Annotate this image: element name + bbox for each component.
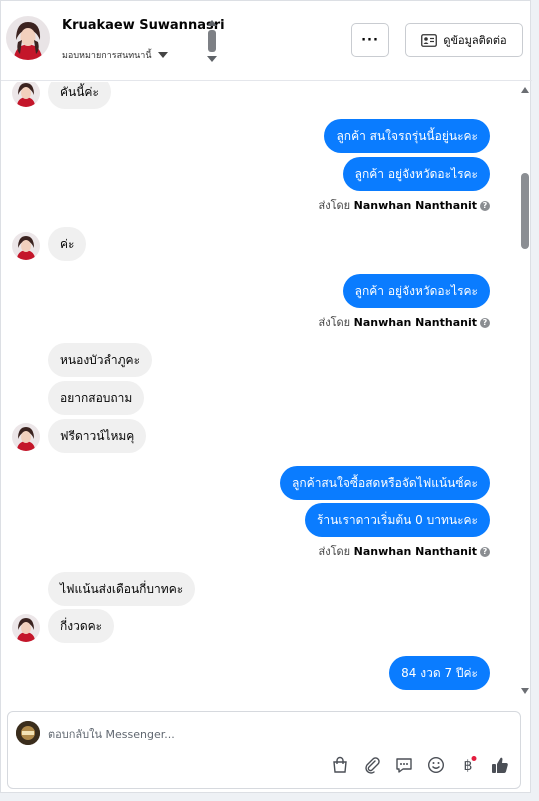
assign-label: มอบหมายการสนทนานี้ [62, 51, 152, 61]
scrollbar-thumb [521, 173, 529, 249]
info-icon[interactable]: ? [480, 201, 490, 211]
chevron-down-icon [207, 56, 217, 62]
reply-composer: ฿ [7, 711, 521, 789]
outgoing-message[interactable]: ลูกค้า อยู่จังหวัดอะไรคะ [342, 274, 490, 308]
scroll-up-arrow-icon [521, 87, 529, 93]
contact-avatar-small [12, 82, 40, 107]
view-contact-info-button[interactable]: ดูข้อมูลติดต่อ [405, 23, 523, 57]
thread-scrollbar[interactable] [518, 81, 532, 701]
scroll-down-arrow-icon [521, 688, 529, 694]
incoming-message[interactable]: ไฟแน้นส่งเดือนกี่บาทคะ [48, 572, 196, 606]
contact-name[interactable]: Kruakaew Suwannasri [62, 18, 225, 33]
outgoing-message[interactable]: ลูกค้าสนใจซื้อสดหรือจัดไฟแน้นซ์คะ [280, 466, 490, 500]
more-options-button[interactable]: ··· [351, 23, 389, 57]
message-thread[interactable]: คันนี้ค่ะ ลูกค้า สนใจรถรุ่นนี้อยู่นะคะ ล… [1, 82, 532, 700]
messenger-conversation-panel: Kruakaew Suwannasri มอบหมายการสนทนานี้ ·… [0, 0, 532, 793]
contact-avatar[interactable] [6, 16, 50, 60]
outgoing-message[interactable]: ลูกค้า อยู่จังหวัดอะไรคะ [342, 157, 490, 191]
contact-avatar-small [12, 614, 40, 642]
sent-by-label: ส่งโดย Nanwhan Nanthanit? [319, 196, 490, 214]
incoming-message[interactable]: อยากสอบถาม [48, 381, 145, 415]
incoming-message[interactable]: กี่งวดคะ [48, 609, 115, 643]
paperclip-icon[interactable] [362, 754, 382, 776]
outgoing-message[interactable]: ร้านเราดาวเริ่มต้น 0 บาทนะคะ [304, 503, 490, 537]
contact-card-icon [421, 33, 438, 47]
contact-avatar-small [12, 423, 40, 451]
caret-down-icon [157, 52, 168, 58]
incoming-message[interactable]: ฟรีดาวน์ไหมคุ [48, 419, 147, 453]
header-scroll-control[interactable] [205, 19, 219, 65]
info-icon[interactable]: ? [480, 547, 490, 557]
conversation-header: Kruakaew Suwannasri มอบหมายการสนทนานี้ ·… [1, 1, 532, 81]
outgoing-message[interactable]: 84 งวด 7 ปีค่ะ [389, 656, 490, 690]
incoming-message[interactable]: หนองบัวลำภูคะ [48, 343, 153, 377]
assign-conversation-dropdown[interactable]: มอบหมายการสนทนานี้ [62, 48, 168, 62]
incoming-message[interactable]: คันนี้ค่ะ [48, 82, 111, 109]
reply-input[interactable] [48, 722, 488, 746]
page-avatar [16, 721, 40, 745]
incoming-message[interactable]: ค่ะ [48, 227, 87, 261]
svg-text:฿: ฿ [464, 758, 473, 774]
chevron-up-icon [207, 20, 217, 26]
contact-info-label: ดูข้อมูลติดต่อ [443, 34, 507, 47]
notification-dot [471, 756, 477, 761]
saved-reply-icon[interactable] [394, 754, 414, 776]
outgoing-message[interactable]: ลูกค้า สนใจรถรุ่นนี้อยู่นะคะ [324, 119, 490, 153]
sent-by-label: ส่งโดย Nanwhan Nanthanit? [319, 313, 490, 331]
contact-avatar-small [12, 232, 40, 260]
sent-by-label: ส่งโดย Nanwhan Nanthanit? [319, 542, 490, 560]
shopping-bag-icon[interactable] [330, 754, 350, 776]
composer-toolbar: ฿ [330, 754, 510, 776]
emoji-icon[interactable] [426, 754, 446, 776]
baht-icon[interactable]: ฿ [458, 754, 478, 776]
thumbs-up-icon[interactable] [490, 754, 510, 776]
info-icon[interactable]: ? [480, 318, 490, 328]
